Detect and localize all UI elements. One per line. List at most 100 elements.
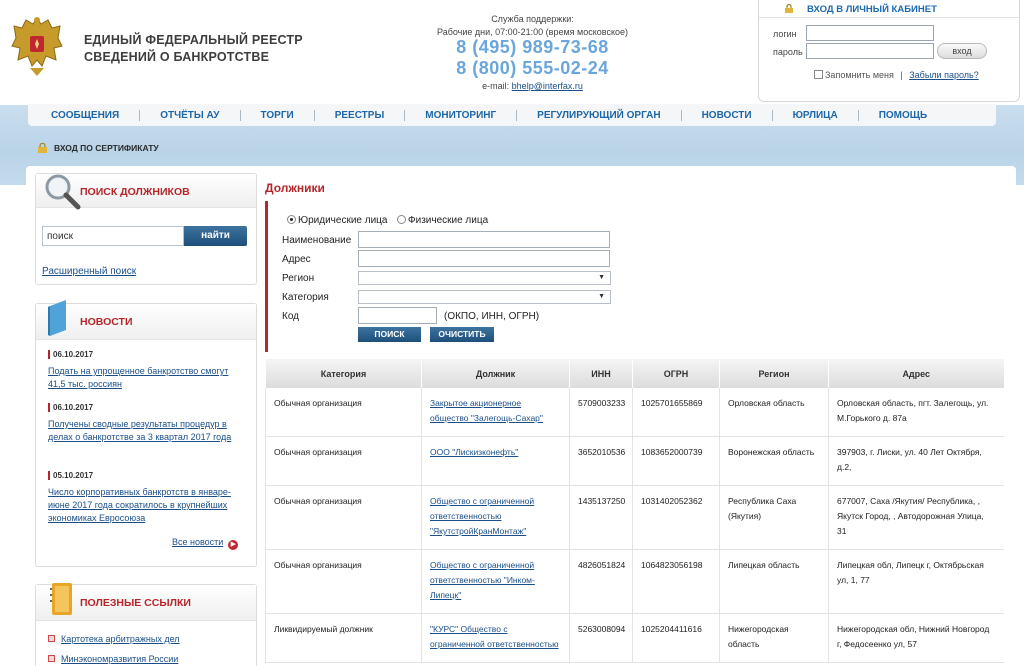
separator: | bbox=[900, 70, 903, 80]
dropdown-arrow-icon: ▼ bbox=[598, 293, 605, 300]
site-title-line2: СВЕДЕНИЙ О БАНКРОТСТВЕ bbox=[84, 50, 270, 64]
useful-link-label: Минэкономразвития России bbox=[61, 654, 179, 664]
cell-inn: 5263008094 bbox=[569, 613, 633, 663]
news-item: 06.10.2017 Подать на упрощенное банкротс… bbox=[48, 350, 248, 391]
cell-debtor: ООО "Лискизконефть" bbox=[421, 436, 570, 486]
nav-registers[interactable]: РЕЕСТРЫ bbox=[313, 109, 405, 121]
nav-auctions[interactable]: ТОРГИ bbox=[239, 109, 314, 121]
radio-button[interactable] bbox=[397, 215, 406, 224]
news-link[interactable]: Получены сводные результаты процедур в д… bbox=[48, 418, 248, 444]
cell-address: 397903, г. Лиски, ул. 40 Лет Октября, д.… bbox=[828, 436, 1004, 486]
cell-address: Нижегородская обл, Нижний Новгород г, Фе… bbox=[828, 613, 1004, 663]
debtor-link[interactable]: Общество с ограниченной ответственностью… bbox=[430, 496, 534, 536]
nav-legal-entities[interactable]: ЮРЛИЦА bbox=[771, 109, 858, 121]
news-item: 05.10.2017 Число корпоративных банкротст… bbox=[48, 471, 248, 525]
code-hint: (ОКПО, ИНН, ОГРН) bbox=[444, 311, 540, 322]
login-button[interactable]: вход bbox=[937, 43, 987, 59]
cell-region: Воронежская область bbox=[719, 436, 829, 486]
nav-reports[interactable]: ОТЧЁТЫ АУ bbox=[139, 109, 239, 121]
cell-debtor: "КУРС" Общество с ограниченной ответстве… bbox=[421, 613, 570, 663]
login-input[interactable] bbox=[806, 25, 934, 41]
region-select[interactable]: ▼ bbox=[358, 271, 611, 285]
forgot-password-link[interactable]: Забыли пароль? bbox=[909, 70, 978, 80]
lock-icon bbox=[785, 4, 793, 13]
radio-label: Юридические лица bbox=[298, 215, 388, 226]
radio-button[interactable] bbox=[287, 215, 296, 224]
square-bullet-icon bbox=[48, 655, 55, 662]
personal-cabinet-login: ВХОД В ЛИЧНЫЙ КАБИНЕТ логин пароль вход … bbox=[758, 0, 1020, 102]
cell-region: Нижегородская область bbox=[719, 613, 829, 663]
advanced-search-link[interactable]: Расширенный поиск bbox=[42, 266, 136, 277]
column-header[interactable]: ОГРН bbox=[632, 359, 720, 388]
nav-monitoring[interactable]: МОНИТОРИНГ bbox=[404, 109, 516, 121]
search-button[interactable]: ПОИСК bbox=[358, 327, 421, 342]
all-news-link[interactable]: Все новости ▶ bbox=[172, 537, 239, 550]
cell-ogrn: 1025204411616 bbox=[632, 613, 720, 663]
panel-title: НОВОСТИ bbox=[80, 316, 133, 328]
nav-news[interactable]: НОВОСТИ bbox=[680, 109, 772, 121]
cell-debtor: Общество с ограниченной ответственностью… bbox=[421, 549, 570, 614]
cell-ogrn: 1064823056198 bbox=[632, 549, 720, 614]
remember-label: Запомнить меня bbox=[825, 70, 894, 80]
category-select[interactable]: ▼ bbox=[358, 290, 611, 304]
news-link[interactable]: Подать на упрощенное банкротство смогут … bbox=[48, 365, 248, 391]
clear-button[interactable]: ОЧИСТИТЬ bbox=[430, 327, 494, 342]
news-link[interactable]: Число корпоративных банкротств в январе-… bbox=[48, 486, 248, 525]
cell-region: Орловская область bbox=[719, 388, 829, 437]
cell-category: Обычная организация bbox=[265, 388, 422, 437]
column-header[interactable]: Регион bbox=[719, 359, 829, 388]
column-header[interactable]: Адрес bbox=[828, 359, 1004, 388]
cell-address: Липецкая обл, Липецк г, Октябрьская ул, … bbox=[828, 549, 1004, 614]
useful-link-item[interactable]: Картотека арбитражных дел bbox=[48, 634, 180, 644]
page-title: Должники bbox=[265, 181, 325, 195]
table-row: Ликвидируемый должник "КУРС" Общество с … bbox=[265, 613, 1004, 663]
cell-inn: 1435137250 bbox=[569, 485, 633, 550]
site-title: ЕДИНЫЙ ФЕДЕРАЛЬНЫЙ РЕЕСТР СВЕДЕНИЙ О БАН… bbox=[84, 32, 303, 66]
address-label: Адрес bbox=[282, 254, 311, 265]
support-block: Служба поддержки: Рабочие дни, 07:00-21:… bbox=[420, 14, 645, 91]
news-date: 06.10.2017 bbox=[48, 350, 248, 359]
nav-regulator[interactable]: РЕГУЛИРУЮЩИЙ ОРГАН bbox=[516, 109, 680, 121]
magnifier-icon bbox=[45, 174, 81, 210]
site-title-line1: ЕДИНЫЙ ФЕДЕРАЛЬНЫЙ РЕЕСТР bbox=[84, 33, 303, 47]
useful-link-item[interactable]: Минэкономразвития России bbox=[48, 654, 178, 664]
column-header[interactable]: ИНН bbox=[569, 359, 633, 388]
column-header[interactable]: Должник bbox=[421, 359, 570, 388]
cell-region: Липецкая область bbox=[719, 549, 829, 614]
password-input[interactable] bbox=[806, 43, 934, 59]
name-input[interactable] bbox=[358, 231, 610, 248]
site-header: ЕДИНЫЙ ФЕДЕРАЛЬНЫЙ РЕЕСТР СВЕДЕНИЙ О БАН… bbox=[0, 0, 1024, 105]
nav-help[interactable]: ПОМОЩЬ bbox=[857, 109, 947, 121]
table-row: Обычная организация Общество с ограничен… bbox=[265, 549, 1004, 614]
code-input[interactable] bbox=[358, 307, 437, 324]
code-label: Код bbox=[282, 311, 300, 322]
debtor-search-input[interactable] bbox=[42, 226, 184, 246]
debtor-link[interactable]: Общество с ограниченной ответственностью… bbox=[430, 560, 535, 600]
address-input[interactable] bbox=[358, 250, 610, 267]
debtor-link[interactable]: ООО "Лискизконефть" bbox=[430, 447, 518, 457]
login-label: логин bbox=[773, 29, 797, 39]
cabinet-title[interactable]: ВХОД В ЛИЧНЫЙ КАБИНЕТ bbox=[807, 4, 937, 15]
debtors-table: Категория Должник ИНН ОГРН Регион Адрес … bbox=[265, 359, 1004, 663]
news-item: 06.10.2017 Получены сводные результаты п… bbox=[48, 403, 248, 444]
debtor-link[interactable]: Закрытое акционерное общество "Залегощь-… bbox=[430, 398, 543, 423]
lock-icon bbox=[38, 143, 47, 153]
column-header[interactable]: Категория bbox=[265, 359, 422, 388]
divider bbox=[759, 17, 1019, 18]
debtor-link[interactable]: "КУРС" Общество с ограниченной ответстве… bbox=[430, 624, 559, 649]
coat-of-arms-logo[interactable] bbox=[10, 14, 64, 78]
all-news-label: Все новости bbox=[172, 537, 224, 547]
cell-ogrn: 1031402052362 bbox=[632, 485, 720, 550]
radio-individuals[interactable]: Физические лица bbox=[397, 215, 488, 226]
square-bullet-icon bbox=[48, 635, 55, 642]
certificate-login[interactable]: ВХОД ПО СЕРТИФИКАТУ bbox=[37, 143, 159, 153]
cell-category: Обычная организация bbox=[265, 436, 422, 486]
radio-legal-entities[interactable]: Юридические лица bbox=[287, 215, 387, 226]
remember-checkbox[interactable] bbox=[814, 70, 823, 79]
region-label: Регион bbox=[282, 273, 315, 284]
table-header-row: Категория Должник ИНН ОГРН Регион Адрес bbox=[265, 359, 1004, 388]
nav-messages[interactable]: СООБЩЕНИЯ bbox=[28, 110, 139, 121]
arrow-right-icon: ▶ bbox=[228, 540, 239, 550]
support-email-link[interactable]: bhelp@interfax.ru bbox=[512, 81, 583, 91]
find-button[interactable]: найти bbox=[184, 226, 247, 246]
